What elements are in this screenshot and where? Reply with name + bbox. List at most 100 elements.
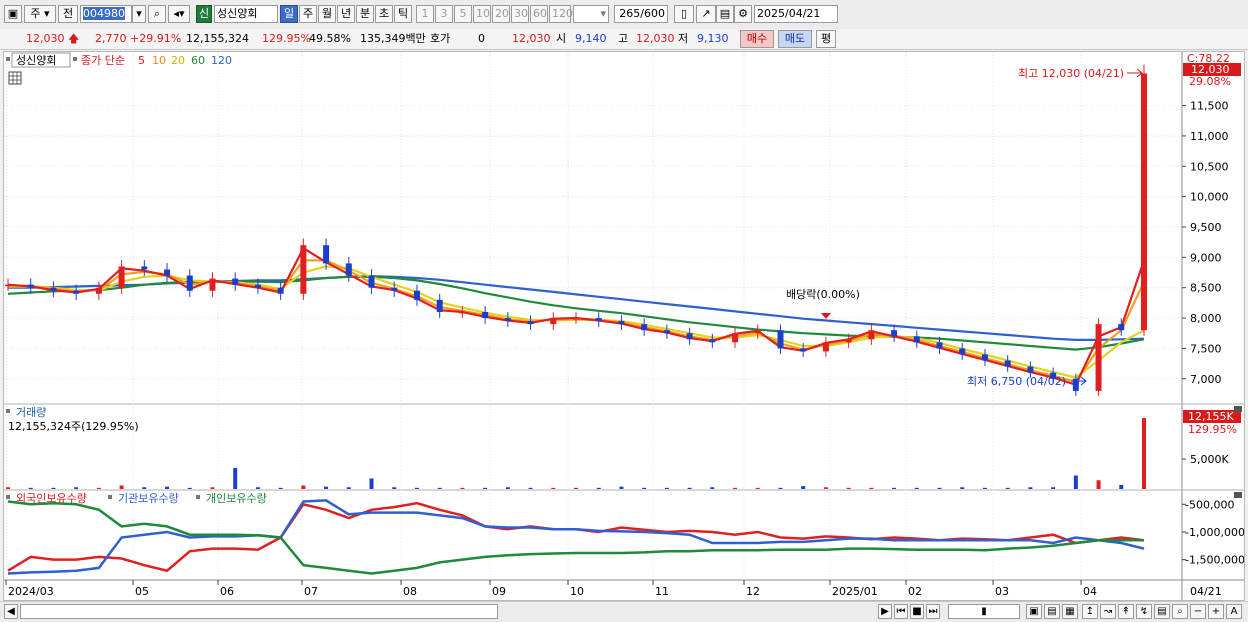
period-month[interactable]: 월 (318, 5, 336, 23)
zoom-search-button[interactable]: ⌕ (1172, 604, 1188, 619)
interval-custom-input[interactable]: ▾ (573, 5, 609, 23)
legend-ma-60: 60 (191, 54, 205, 67)
x-tick-label: 07 (304, 585, 318, 598)
shin-badge: 신 (196, 5, 212, 23)
x-tick-label: 11 (655, 585, 669, 598)
candle-body (504, 318, 511, 322)
volume-bar (823, 487, 828, 489)
low-label: 저 (678, 32, 689, 45)
indicator-icon: ↟ (1121, 606, 1131, 617)
candle-body (550, 318, 557, 325)
volume-bar (733, 487, 738, 489)
interval-30[interactable]: 30 (511, 5, 529, 23)
draw-tool-button[interactable]: ↗ (696, 5, 716, 23)
bottom-scrollbar[interactable]: ◀ ▶ ⏮ ■ ⏭ ▮ ▣ ▤ ▦ ↥ ↝ ↟ ↯ ▤ ⌕ − + A (0, 601, 1248, 622)
fast-forward-button[interactable]: ⏭ (926, 604, 940, 619)
scroll-right-button[interactable]: ▶ (878, 604, 892, 619)
x-tick-label: 05 (135, 585, 149, 598)
volume-bar (687, 487, 692, 489)
auto-scale-button[interactable]: A (1226, 604, 1242, 619)
price-tag-pct: 29.08% (1189, 75, 1231, 88)
volume-bar (255, 487, 260, 489)
candle-body (436, 299, 443, 312)
layout-tool-3[interactable]: ▦ (1062, 604, 1078, 619)
window-icon[interactable]: ▣ (4, 5, 22, 23)
indicator-tool-3[interactable]: ↟ (1118, 604, 1134, 619)
layout-tool-1[interactable]: ▣ (1026, 604, 1042, 619)
low-annotation: 최저 6,750 (04/02) (967, 375, 1066, 388)
volume-bar (960, 487, 965, 489)
high-annotation: 최고 12,030 (04/21) (1018, 67, 1124, 80)
candle-body (5, 284, 11, 287)
period-week[interactable]: 주 (299, 5, 317, 23)
candle-body (300, 245, 307, 294)
zoom-out-button[interactable]: − (1190, 604, 1206, 619)
interval-3[interactable]: 3 (435, 5, 453, 23)
candle-body (777, 330, 784, 349)
indicator-tool-4[interactable]: ↯ (1136, 604, 1152, 619)
mode-b-button[interactable]: 전 (58, 5, 78, 23)
scroll-track[interactable] (20, 604, 498, 619)
candle-body (345, 263, 352, 276)
vol-tag-pct: 129.95% (1188, 423, 1237, 436)
rewind-button[interactable]: ⏮ (894, 604, 908, 619)
volume-bar (505, 487, 510, 489)
interval-120[interactable]: 120 (549, 5, 573, 23)
x-tick-label: 2024/03 (8, 585, 54, 598)
mode-select[interactable]: 주 ▾ (24, 5, 56, 23)
settings-button[interactable]: ⚙ (734, 5, 752, 23)
layout-icon: ▤ (1047, 606, 1057, 617)
stock-chart-svg[interactable]: 7,000 7,500 8,000 8,500 9,000 9,500 10,000 10,5… (4, 52, 1245, 600)
stop-button[interactable]: ■ (910, 604, 924, 619)
zoom-slider[interactable]: ▮ (948, 604, 1020, 619)
interval-60[interactable]: 60 (530, 5, 548, 23)
chevron-down-icon: ▾ (136, 7, 142, 20)
close-hold-panel-icon[interactable] (1234, 492, 1242, 498)
interval-1[interactable]: 1 (416, 5, 434, 23)
interval-5[interactable]: 5 (454, 5, 472, 23)
grid-toggle-icon[interactable] (8, 71, 22, 85)
layout-tool-2[interactable]: ▤ (1044, 604, 1060, 619)
indicator-icon: ↯ (1139, 606, 1149, 617)
candle-body (663, 330, 670, 334)
close-vol-panel-icon[interactable] (1234, 406, 1242, 412)
zoom-in-button[interactable]: + (1208, 604, 1224, 619)
sell-button[interactable]: 매도 (778, 30, 812, 48)
candle-style-button[interactable]: ▯ (674, 5, 694, 23)
x-tick-label: 09 (492, 585, 506, 598)
period-minute[interactable]: 분 (356, 5, 374, 23)
buy-button[interactable]: 매수 (740, 30, 774, 48)
volume-bar (165, 486, 170, 489)
stock-code-input[interactable]: 004980 (80, 5, 132, 23)
legend-foreign: 외국인보유수량 (16, 492, 87, 505)
interval-20[interactable]: 20 (492, 5, 510, 23)
gear-icon: ⚙ (738, 7, 748, 20)
legend-ma-120: 120 (211, 54, 232, 67)
save-button[interactable]: ▤ (716, 5, 734, 23)
date-input[interactable]: 2025/04/21 (754, 5, 838, 23)
avg-button[interactable]: 평 (816, 30, 836, 48)
period-second[interactable]: 초 (375, 5, 393, 23)
count-input[interactable]: 265/600 (614, 5, 668, 23)
sound-button[interactable]: ◂▾ (168, 5, 190, 23)
save-icon: ▤ (719, 7, 731, 20)
indicator-tool-5[interactable]: ▤ (1154, 604, 1170, 619)
draw-tool-icon: ↗ (701, 7, 711, 20)
interval-10[interactable]: 10 (473, 5, 491, 23)
candle-body (686, 333, 693, 340)
period-tick[interactable]: 틱 (394, 5, 412, 23)
code-dropdown-button[interactable]: ▾ (132, 5, 146, 23)
price-tick-label: 7,500 (1190, 342, 1222, 355)
indicator-tool-1[interactable]: ↥ (1082, 604, 1098, 619)
search-button[interactable]: ⌕ (148, 5, 166, 23)
chart-area[interactable]: 7,000 7,500 8,000 8,500 9,000 9,500 10,000 10,5… (3, 51, 1245, 601)
indicator-tool-2[interactable]: ↝ (1100, 604, 1116, 619)
candle-body (913, 336, 920, 343)
scroll-left-button[interactable]: ◀ (4, 604, 18, 619)
period-day[interactable]: 일 (280, 5, 298, 23)
period-year[interactable]: 년 (337, 5, 355, 23)
search-icon: ⌕ (1177, 606, 1183, 617)
hoga-value: 0 (478, 32, 485, 45)
candle-body (959, 348, 966, 355)
current-price-2: 12,030 (512, 32, 551, 45)
